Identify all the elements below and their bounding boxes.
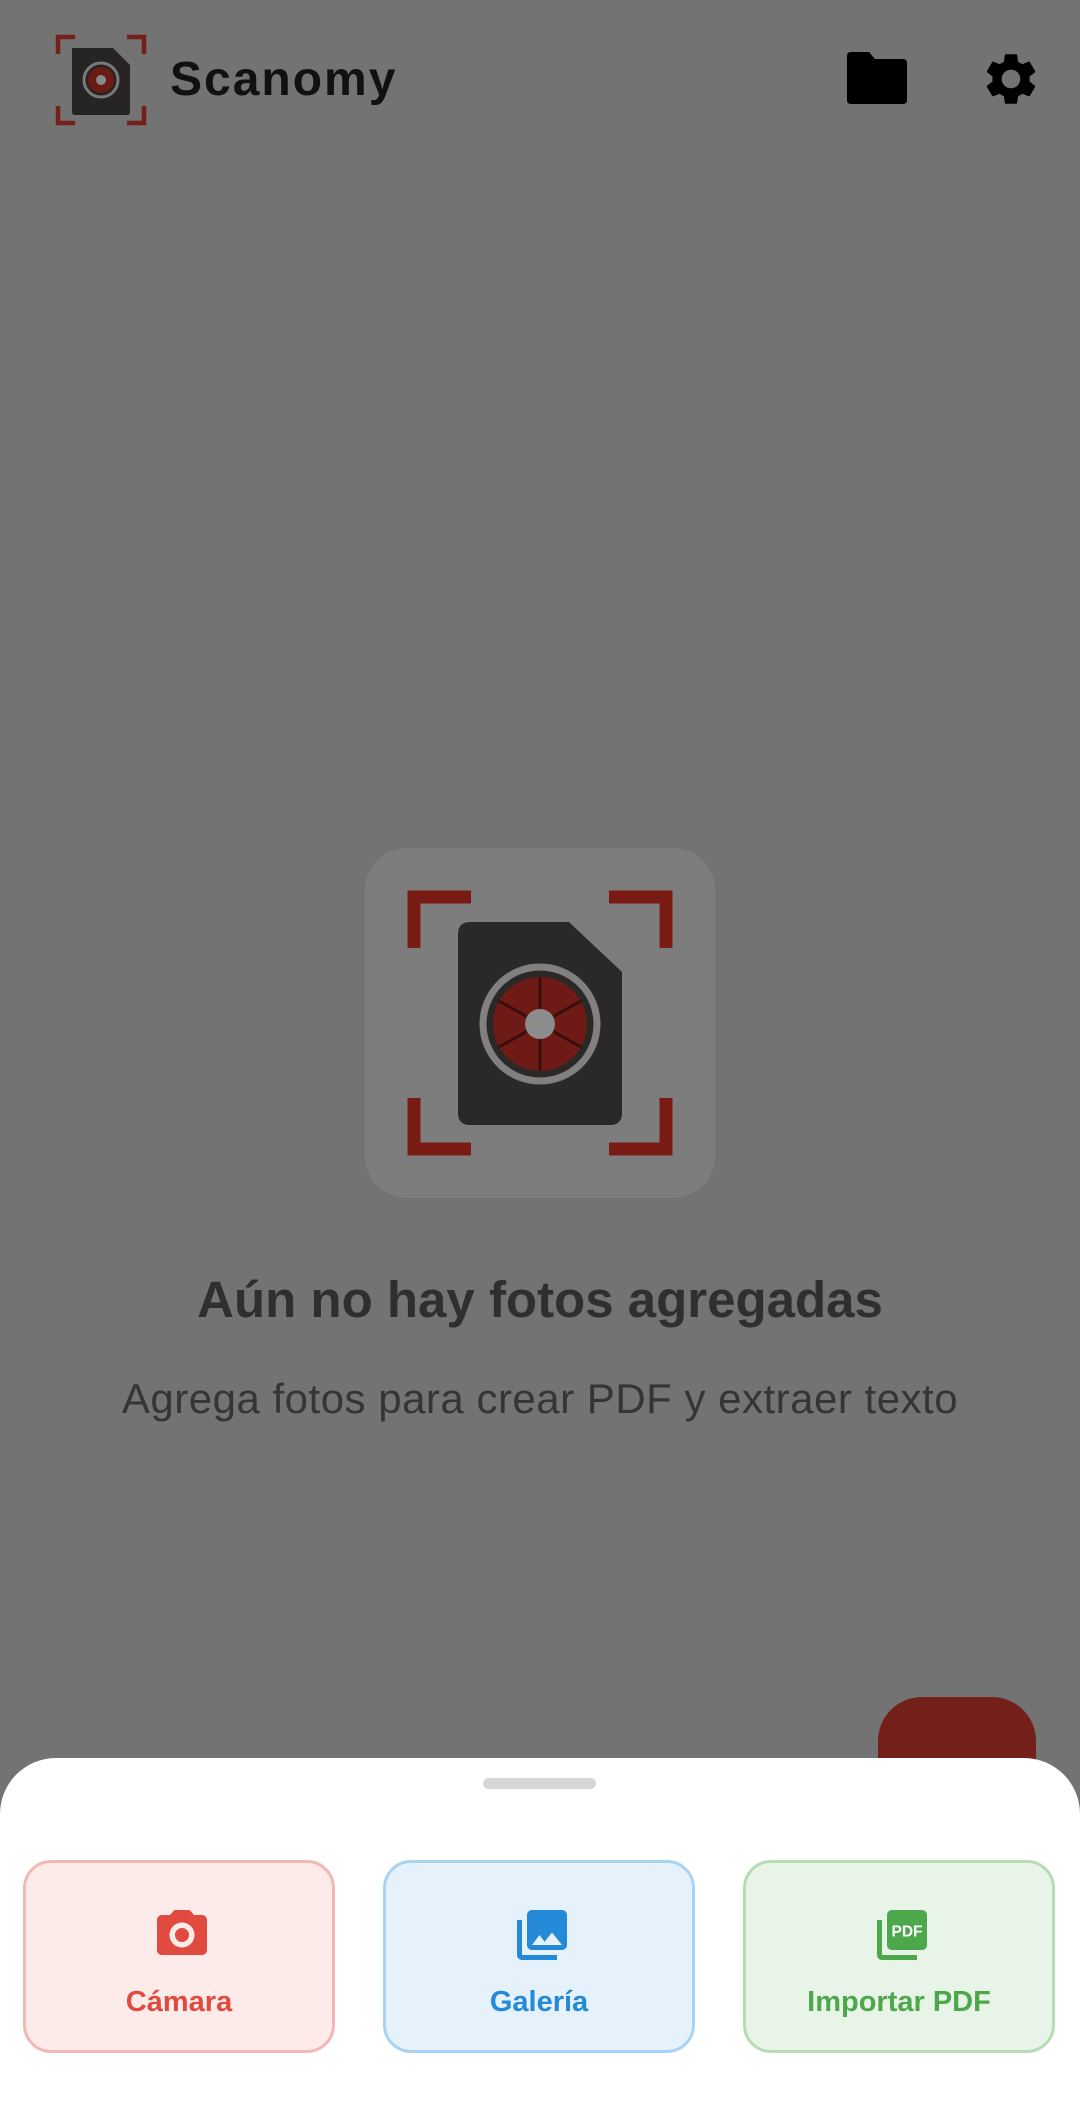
import-pdf-label: Importar PDF [807,1986,991,2018]
gallery-label: Galería [489,1986,589,2018]
folder-icon[interactable] [845,50,909,106]
bottom-sheet: Cámara Galería PDF Importar PDF [0,1758,1080,2125]
empty-state-illustration [365,848,715,1198]
empty-state-subtitle: Agrega fotos para crear PDF y extraer te… [121,1375,959,1422]
photo-library-icon [517,1910,567,1960]
svg-text:PDF: PDF [892,1924,923,1941]
camera-icon [157,1910,207,1955]
gallery-button[interactable]: Galería [383,1860,695,2053]
camera-button[interactable]: Cámara [23,1860,335,2053]
scanner-logo-icon [55,34,147,126]
import-pdf-button[interactable]: PDF Importar PDF [743,1860,1055,2053]
app-bar: Scanomy [0,0,1080,160]
camera-label: Cámara [125,1986,233,2018]
document-scanner-icon [407,890,673,1156]
empty-state-title: Aún no hay fotos agregadas [197,1271,883,1328]
drag-handle[interactable] [483,1778,596,1789]
pdf-icon: PDF [877,1910,927,1960]
app-title: Scanomy [170,53,398,106]
settings-gear-icon[interactable] [980,48,1042,110]
